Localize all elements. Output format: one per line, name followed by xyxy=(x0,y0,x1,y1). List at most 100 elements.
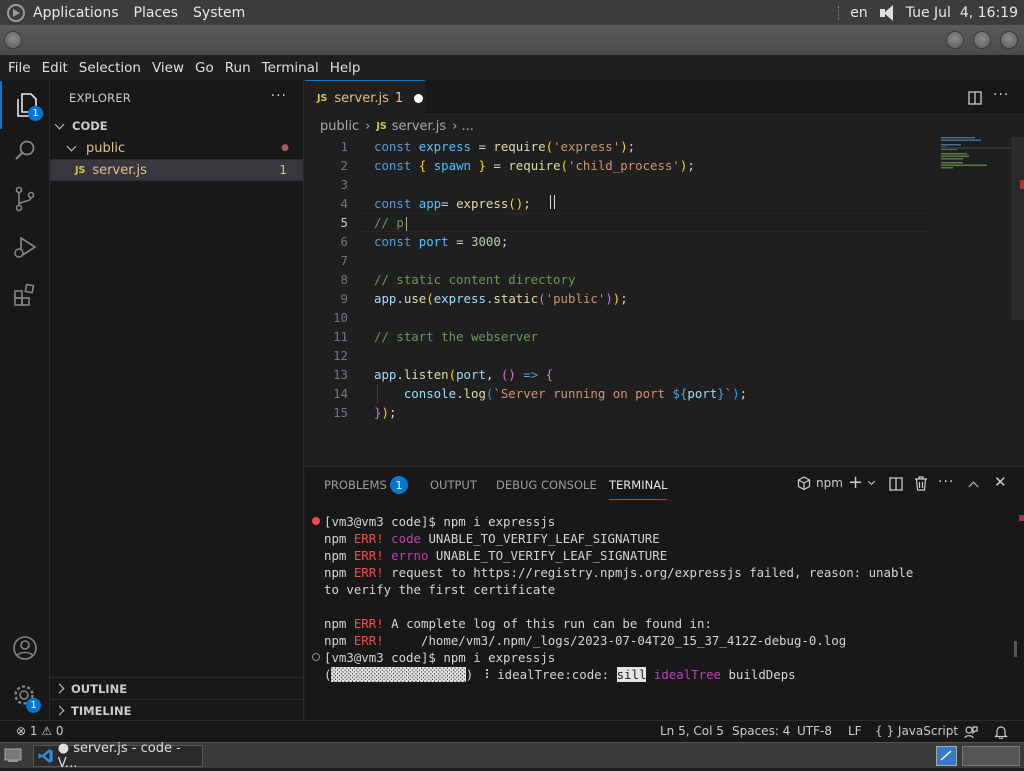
editor-scrollbar[interactable] xyxy=(1012,137,1024,320)
maximize-button[interactable] xyxy=(973,31,991,49)
maximize-panel-chevron-up-icon[interactable] xyxy=(968,481,979,492)
line-number[interactable]: 7 xyxy=(305,251,348,270)
menu-view[interactable]: View xyxy=(152,60,184,76)
command-failed-icon[interactable] xyxy=(312,517,320,525)
minimize-button[interactable] xyxy=(946,31,964,49)
terminal-shell-selector[interactable]: npm xyxy=(797,476,843,490)
line-number[interactable]: 9 xyxy=(305,289,348,308)
feedback-icon[interactable] xyxy=(964,725,978,739)
code-line[interactable]: // start the webserver xyxy=(374,327,538,346)
line-number[interactable]: 15 xyxy=(305,403,348,422)
system-menu[interactable]: System xyxy=(193,5,245,21)
clock[interactable]: Tue Jul 4, 16:19 xyxy=(906,5,1018,21)
source-control-activity[interactable] xyxy=(0,175,50,223)
line-number[interactable]: 6 xyxy=(305,232,348,251)
minimap[interactable] xyxy=(941,137,1011,177)
indentation-status[interactable]: Spaces: 4 xyxy=(732,724,790,738)
code-line[interactable]: // p xyxy=(374,213,404,232)
menu-file[interactable]: File xyxy=(8,60,31,76)
line-number[interactable]: 14 xyxy=(305,384,348,403)
code-editor[interactable]: 1 const express = require('express'); 2 con… xyxy=(305,137,1024,466)
terminal-text: buildDeps xyxy=(721,667,796,682)
window-menu-button[interactable] xyxy=(4,31,22,49)
tab-debug-console[interactable]: DEBUG CONSOLE xyxy=(496,478,597,492)
line-number[interactable]: 5 xyxy=(305,213,348,232)
distro-logo-icon[interactable] xyxy=(7,3,25,22)
show-desktop-icon[interactable] xyxy=(4,748,22,763)
run-debug-activity[interactable] xyxy=(0,223,50,271)
new-terminal-plus-icon[interactable]: + xyxy=(848,472,863,493)
code-line[interactable]: app.listen(port, () => { xyxy=(374,365,553,384)
javascript-file-icon: JS xyxy=(75,164,86,176)
menu-edit[interactable]: Edit xyxy=(42,60,68,76)
timeline-section-header[interactable]: TIMELINE xyxy=(50,699,303,721)
code-line[interactable]: }); xyxy=(374,403,396,422)
line-number[interactable]: 8 xyxy=(305,270,348,289)
code-line[interactable]: const app= express(); xyxy=(374,194,531,213)
line-number[interactable]: 13 xyxy=(305,365,348,384)
keyboard-layout-indicator[interactable]: en xyxy=(850,5,868,21)
places-menu[interactable]: Places xyxy=(134,5,179,21)
applications-menu[interactable]: Applications xyxy=(33,5,119,21)
extensions-activity[interactable] xyxy=(0,271,50,319)
code-line[interactable]: const express = require('express'); xyxy=(374,137,635,156)
line-number[interactable]: 10 xyxy=(305,308,348,327)
eol-status[interactable]: LF xyxy=(848,724,862,738)
folder-code-header[interactable]: CODE xyxy=(50,115,303,137)
code-line[interactable]: app.use(express.static('public')); xyxy=(374,289,628,308)
tab-terminal[interactable]: TERMINAL xyxy=(609,478,668,500)
tree-item-server-js[interactable]: JS server.js 1 xyxy=(50,159,303,181)
menu-go[interactable]: Go xyxy=(195,60,214,76)
tab-problems[interactable]: PROBLEMS xyxy=(324,478,387,492)
tree-item-public[interactable]: public ● xyxy=(50,137,303,159)
notifications-bell-icon[interactable] xyxy=(994,725,1008,739)
line-number[interactable]: 4 xyxy=(305,194,348,213)
breadcrumb-folder[interactable]: public xyxy=(320,119,359,134)
language-mode-status[interactable]: { } JavaScript xyxy=(875,724,958,738)
command-running-icon[interactable] xyxy=(312,653,320,661)
menu-selection[interactable]: Selection xyxy=(79,60,141,76)
cursor-position-status[interactable]: Ln 5, Col 5 xyxy=(660,724,724,738)
volume-icon[interactable] xyxy=(878,4,896,22)
tab-output[interactable]: OUTPUT xyxy=(430,478,477,492)
code-token: 3000 xyxy=(471,234,501,249)
close-window-button[interactable] xyxy=(1000,31,1018,49)
terminal-scrollbar[interactable] xyxy=(1014,641,1017,657)
explorer-more-actions-button[interactable]: ··· xyxy=(271,88,287,104)
line-number[interactable]: 3 xyxy=(305,175,348,194)
close-panel-icon[interactable]: ✕ xyxy=(994,473,1007,491)
split-terminal-icon[interactable] xyxy=(889,477,903,491)
tab-server-js[interactable]: JS server.js 1 xyxy=(305,80,425,115)
breadcrumb-tail[interactable]: › ... xyxy=(452,119,474,134)
code-line[interactable]: console.log(`Server running on port ${po… xyxy=(374,384,747,403)
window-titlebar[interactable] xyxy=(0,25,1024,55)
manage-activity[interactable]: 1 xyxy=(0,672,50,720)
code-line[interactable]: // static content directory xyxy=(374,270,575,289)
chevron-down-icon[interactable] xyxy=(867,477,876,486)
panel-more-actions-icon[interactable]: ··· xyxy=(938,474,954,490)
menu-help[interactable]: Help xyxy=(330,60,361,76)
code-line[interactable]: const { spawn } = require('child_process… xyxy=(374,156,695,175)
workspace-2[interactable] xyxy=(962,746,1020,766)
code-token: = xyxy=(485,158,509,173)
line-number[interactable]: 11 xyxy=(305,327,348,346)
workspace-switcher-icon[interactable] xyxy=(936,746,957,766)
problems-status[interactable]: ⊗ 1 ⚠ 0 xyxy=(16,724,64,738)
encoding-status[interactable]: UTF-8 xyxy=(797,724,832,738)
breadcrumb-file[interactable]: server.js xyxy=(392,119,446,134)
line-number[interactable]: 1 xyxy=(305,137,348,156)
accounts-activity[interactable] xyxy=(0,624,50,672)
editor-more-actions-icon[interactable]: ··· xyxy=(993,87,1009,103)
code-line[interactable]: const port = 3000; xyxy=(374,232,508,251)
unsaved-dot-icon[interactable] xyxy=(414,93,424,103)
explorer-activity[interactable]: 1 xyxy=(0,81,50,129)
search-activity[interactable] xyxy=(0,127,50,175)
trash-icon[interactable] xyxy=(914,476,928,491)
menu-terminal[interactable]: Terminal xyxy=(262,60,319,76)
menu-run[interactable]: Run xyxy=(225,60,251,76)
split-editor-icon[interactable] xyxy=(968,91,982,105)
outline-section-header[interactable]: OUTLINE xyxy=(50,677,303,699)
taskbar-window-vscode[interactable]: ● server.js - code - V... xyxy=(33,741,203,771)
line-number[interactable]: 12 xyxy=(305,346,348,365)
line-number[interactable]: 2 xyxy=(305,156,348,175)
